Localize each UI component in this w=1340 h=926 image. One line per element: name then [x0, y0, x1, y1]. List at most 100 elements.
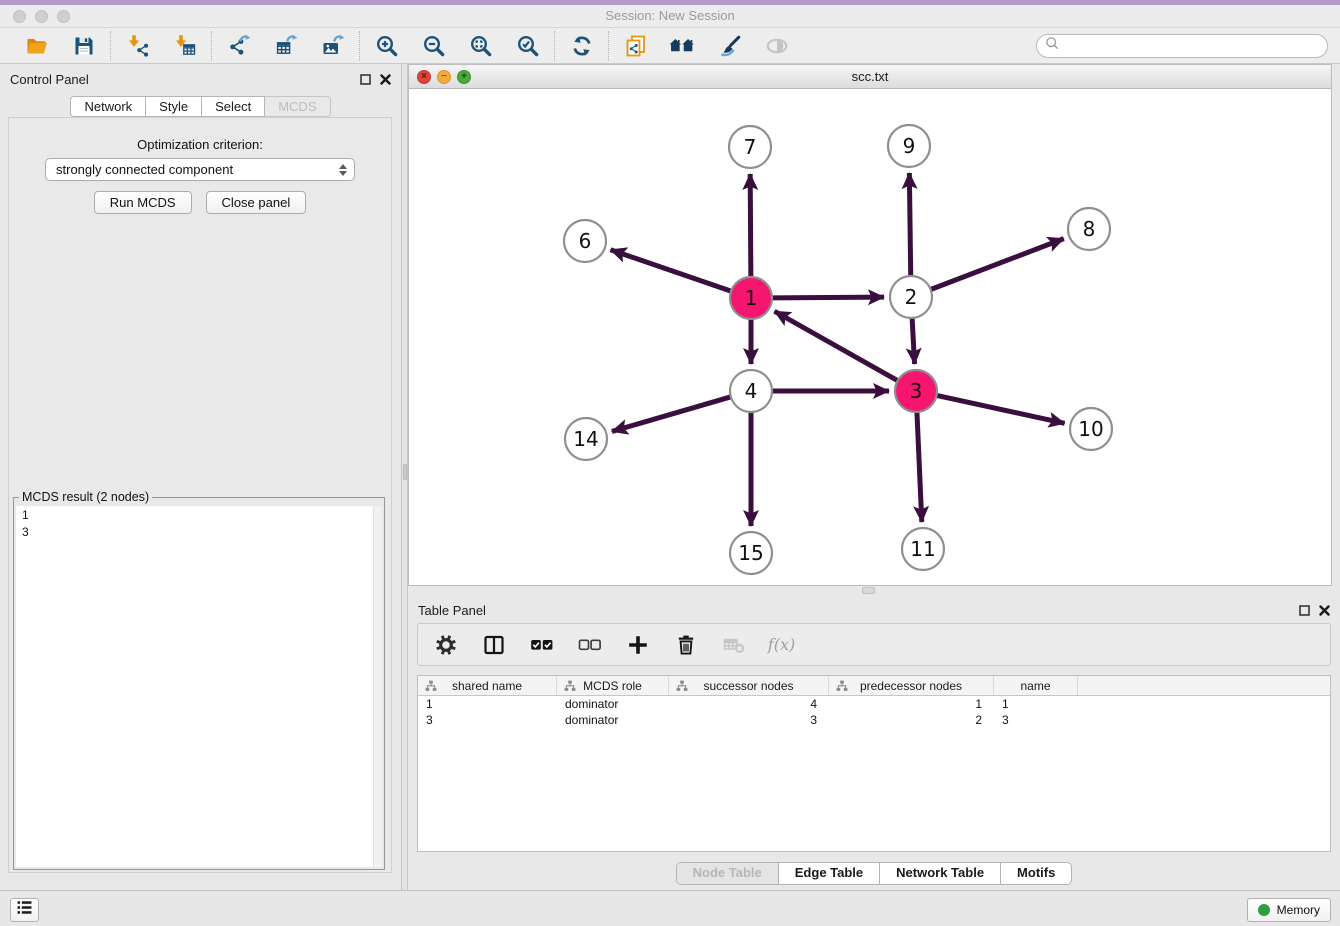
network-canvas[interactable]: 1 2 3 4 6 7 8 9 10 11 14 15: [409, 89, 1331, 585]
run-mcds-button[interactable]: Run MCDS: [94, 191, 192, 214]
edge-1-2[interactable]: [771, 297, 884, 298]
node-11[interactable]: 11: [902, 528, 944, 570]
import-table-icon[interactable]: [171, 32, 198, 59]
check-all-icon[interactable]: [529, 632, 554, 657]
memory-status-icon: [1258, 904, 1270, 916]
edge-3-1[interactable]: [775, 311, 899, 381]
hierarchy-icon: [836, 680, 848, 695]
network-resize-grip[interactable]: [862, 587, 875, 594]
column-header-shared-name[interactable]: shared name: [418, 676, 557, 695]
tab-edge-table[interactable]: Edge Table: [778, 863, 879, 884]
node-7[interactable]: 7: [729, 126, 771, 168]
column-header-successor-nodes[interactable]: successor nodes: [669, 676, 829, 695]
float-table-panel-icon[interactable]: [1299, 603, 1310, 621]
zoom-in-icon[interactable]: [373, 32, 400, 59]
toolbar-groups: [10, 31, 803, 61]
cell-filler: [1078, 696, 1330, 712]
network-window-titlebar[interactable]: ×−+ scc.txt: [409, 65, 1331, 89]
mcds-result-area[interactable]: 1 3: [16, 506, 382, 867]
node-2[interactable]: 2: [890, 276, 932, 318]
columns-icon[interactable]: [481, 632, 506, 657]
network-close-button[interactable]: ×: [417, 70, 431, 84]
tab-select[interactable]: Select: [202, 96, 265, 117]
tab-motifs[interactable]: Motifs: [1000, 863, 1071, 884]
edge-1-6[interactable]: [611, 250, 733, 292]
float-panel-icon[interactable]: [360, 72, 371, 90]
panel-splitter[interactable]: [401, 64, 408, 890]
column-header-predecessor-nodes[interactable]: predecessor nodes: [829, 676, 994, 695]
cell-0-0: 1: [418, 696, 557, 712]
svg-text:9: 9: [903, 134, 916, 158]
node-8[interactable]: 8: [1068, 208, 1110, 250]
gear-icon[interactable]: [433, 632, 458, 657]
node-6[interactable]: 6: [564, 220, 606, 262]
delete-table-icon: [721, 632, 746, 657]
fx-icon: f(x): [769, 632, 794, 657]
edge-1-7[interactable]: [750, 174, 751, 278]
open-file-icon[interactable]: [23, 32, 50, 59]
svg-text:10: 10: [1078, 417, 1103, 441]
network-zoom-button[interactable]: +: [457, 70, 471, 84]
table-panel: Table Panel f(x) shared nameMCDS rolesuc…: [408, 595, 1340, 890]
node-15[interactable]: 15: [730, 532, 772, 574]
edge-4-14[interactable]: [612, 397, 732, 432]
tab-node-table[interactable]: Node Table: [677, 863, 778, 884]
network-window-controls: ×−+: [417, 70, 471, 84]
tab-style[interactable]: Style: [146, 96, 202, 117]
edge-3-10[interactable]: [936, 395, 1065, 423]
node-9[interactable]: 9: [888, 125, 930, 167]
window-titlebar[interactable]: Session: New Session: [0, 5, 1340, 28]
minimize-button[interactable]: [35, 10, 48, 23]
network-window-title: scc.txt: [852, 69, 889, 84]
export-table-icon[interactable]: [272, 32, 299, 59]
tab-mcds[interactable]: MCDS: [265, 96, 330, 117]
zoom-fit-icon[interactable]: [467, 32, 494, 59]
tab-network[interactable]: Network: [70, 96, 146, 117]
zoom-out-icon[interactable]: [420, 32, 447, 59]
eye-icon: [763, 32, 790, 59]
splitter-grip[interactable]: [403, 464, 407, 480]
paint-icon[interactable]: [716, 32, 743, 59]
node-1[interactable]: 1: [730, 277, 772, 319]
network-minimize-button[interactable]: −: [437, 70, 451, 84]
maximize-button[interactable]: [57, 10, 70, 23]
refresh-icon[interactable]: [568, 32, 595, 59]
export-network-icon[interactable]: [225, 32, 252, 59]
add-row-icon[interactable]: [625, 632, 650, 657]
result-scrollbar[interactable]: [373, 506, 382, 867]
column-header-name[interactable]: name: [994, 676, 1078, 695]
node-3[interactable]: 3: [895, 370, 937, 412]
tab-network-table[interactable]: Network Table: [879, 863, 1000, 884]
search-box[interactable]: [1036, 34, 1328, 58]
edge-3-11[interactable]: [917, 411, 922, 522]
close-panel-icon[interactable]: [380, 72, 391, 90]
edge-2-9[interactable]: [909, 173, 910, 277]
list-icon: [15, 899, 34, 921]
save-session-icon[interactable]: [70, 32, 97, 59]
criterion-value: strongly connected component: [56, 162, 233, 177]
close-panel-button[interactable]: Close panel: [206, 191, 307, 214]
table-row[interactable]: 1dominator411: [418, 696, 1330, 712]
uncheck-all-icon[interactable]: [577, 632, 602, 657]
close-table-panel-icon[interactable]: [1319, 603, 1330, 621]
criterion-select[interactable]: strongly connected component: [45, 158, 355, 181]
zoom-selected-icon[interactable]: [514, 32, 541, 59]
task-history-button[interactable]: [10, 898, 39, 922]
home-icon[interactable]: [669, 32, 696, 59]
network-window: ×−+ scc.txt 1 2 3 4 6 7 8 9 10 11 14 15: [408, 64, 1332, 586]
close-button[interactable]: [13, 10, 26, 23]
node-10[interactable]: 10: [1070, 408, 1112, 450]
export-image-icon[interactable]: [319, 32, 346, 59]
table-row[interactable]: 3dominator323: [418, 712, 1330, 728]
memory-button[interactable]: Memory: [1247, 898, 1331, 922]
node-14[interactable]: 14: [565, 418, 607, 460]
edge-2-3[interactable]: [912, 317, 915, 364]
node-4[interactable]: 4: [730, 370, 772, 412]
search-input[interactable]: [1064, 38, 1320, 53]
svg-text:7: 7: [744, 135, 757, 159]
edge-2-8[interactable]: [930, 239, 1064, 290]
import-network-icon[interactable]: [124, 32, 151, 59]
column-header-MCDS-role[interactable]: MCDS role: [557, 676, 669, 695]
delete-row-icon[interactable]: [673, 632, 698, 657]
duplicate-network-icon[interactable]: [622, 32, 649, 59]
